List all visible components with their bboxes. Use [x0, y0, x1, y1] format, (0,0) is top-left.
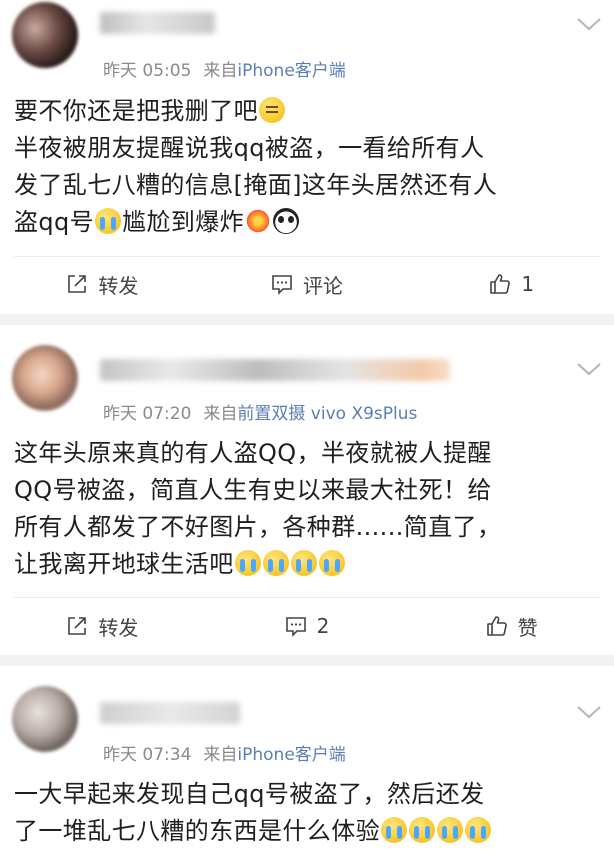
chevron-down-icon[interactable] [576, 16, 602, 32]
chevron-down-icon[interactable] [576, 704, 602, 720]
thumbs-up-icon [486, 616, 507, 636]
from-label: 来自 [203, 745, 238, 765]
username-blurred[interactable] [100, 359, 450, 381]
comment-icon [285, 617, 306, 637]
from-label: 来自 [203, 404, 238, 424]
comment-button[interactable]: 2 [205, 614, 410, 638]
repost-label: 转发 [98, 615, 139, 640]
avatar[interactable] [12, 345, 78, 411]
post-separator [0, 655, 614, 666]
action-bar: 转发 2 赞 [0, 602, 614, 650]
text-line: 这年头原来真的有人盗QQ，半夜就被人提醒 [14, 439, 492, 467]
avatar[interactable] [12, 686, 78, 752]
sweat-emoji-icon [95, 208, 122, 234]
text-line: 盗qq号 [14, 208, 95, 236]
crying-emoji-icon [290, 550, 317, 576]
post-meta: 昨天 05:05 来自iPhone客户端 [103, 56, 346, 81]
text-line: 让我离开地球生活吧 [14, 550, 234, 578]
embarrassed-emoji-icon [259, 97, 285, 123]
comment-count: 2 [316, 614, 330, 638]
post-meta: 昨天 07:20 来自前置双摄 vivo X9sPlus [103, 399, 417, 424]
comment-label: 评论 [303, 273, 343, 298]
post-meta: 昨天 07:34 来自iPhone客户端 [103, 740, 346, 765]
crying-emoji-icon [381, 817, 407, 843]
crying-emoji-icon [234, 550, 261, 576]
post-source-link[interactable]: iPhone客户端 [237, 61, 345, 81]
chevron-down-icon[interactable] [576, 361, 602, 377]
text-line: 发了乱七八糟的信息[掩面]这年头居然还有人 [14, 171, 498, 199]
post-time: 昨天 07:20 [103, 404, 192, 424]
weibo-post-1: 昨天 05:05 来自iPhone客户端 要不你还是把我删了吧 半夜被朋友提醒说我… [0, 0, 614, 314]
from-label: 来自 [203, 61, 238, 81]
text-line: 所有人都发了不好图片，各种群......简直了， [14, 513, 502, 541]
avatar[interactable] [12, 2, 78, 68]
post-text: 要不你还是把我删了吧 半夜被朋友提醒说我qq被盗，一看给所有人 发了乱七八糟的信… [14, 93, 606, 241]
username-blurred[interactable] [100, 702, 240, 724]
comment-button[interactable]: 评论 [205, 270, 410, 299]
crying-emoji-icon [437, 817, 463, 843]
post-time: 昨天 05:05 [103, 61, 192, 81]
text-line: 了一堆乱七八糟的东西是什么体验 [14, 817, 380, 845]
repost-icon [68, 617, 87, 635]
like-count: 1 [521, 272, 535, 296]
crying-emoji-icon [318, 550, 345, 576]
text-line: 半夜被朋友提醒说我qq被盗，一看给所有人 [14, 134, 485, 162]
post-text: 这年头原来真的有人盗QQ，半夜就被人提醒 QQ号被盗，简直人生有史以来最大社死！… [14, 435, 606, 583]
weibo-post-3: 昨天 07:34 来自iPhone客户端 一大早起来发现自己qq号被盗了，然后还发… [0, 666, 614, 861]
thumbs-up-icon [490, 274, 511, 294]
username-blurred[interactable] [100, 12, 215, 34]
action-bar: 转发 评论 1 [0, 260, 614, 308]
repost-button[interactable]: 转发 [0, 612, 205, 641]
text-line: 尴尬到爆炸 [122, 208, 245, 236]
post-separator [0, 314, 614, 325]
crying-emoji-icon [409, 817, 435, 843]
comment-icon [272, 275, 292, 295]
like-button[interactable]: 1 [409, 272, 614, 296]
repost-icon [68, 275, 87, 293]
repost-label: 转发 [98, 273, 139, 298]
post-time: 昨天 07:34 [103, 745, 192, 765]
repost-button[interactable]: 转发 [0, 270, 205, 299]
panda-emoji-icon [273, 208, 300, 234]
text-line: 要不你还是把我删了吧 [14, 97, 258, 125]
weibo-post-2: 昨天 07:20 来自前置双摄 vivo X9sPlus 这年头原来真的有人盗QQ… [0, 325, 614, 655]
post-text: 一大早起来发现自己qq号被盗了，然后还发 了一堆乱七八糟的东西是什么体验 [14, 776, 606, 850]
crying-emoji-icon [262, 550, 289, 576]
text-line: QQ号被盗，简直人生有史以来最大社死！给 [14, 476, 492, 504]
explosion-emoji-icon [245, 208, 272, 234]
like-label: 赞 [517, 615, 538, 640]
divider [14, 256, 600, 257]
crying-emoji-icon [465, 817, 491, 843]
post-source-link[interactable]: iPhone客户端 [237, 745, 345, 765]
like-button[interactable]: 赞 [409, 612, 614, 641]
divider [14, 597, 600, 598]
text-line: 一大早起来发现自己qq号被盗了，然后还发 [14, 780, 485, 808]
post-source-link[interactable]: 前置双摄 vivo X9sPlus [237, 404, 417, 424]
